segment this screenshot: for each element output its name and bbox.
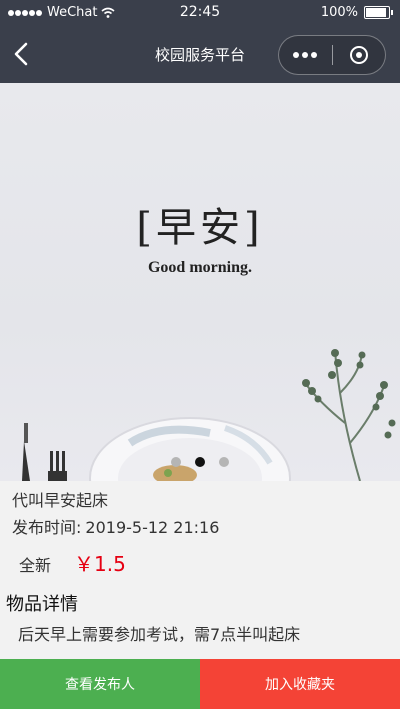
battery-percent: 100% [320,5,358,20]
bottom-action-bar: 查看发布人 加入收藏夹 [0,659,400,709]
carousel-indicator [0,457,400,467]
status-bar: WeChat 22:45 100% [0,0,400,26]
item-title: 代叫早安起床 [12,491,109,510]
more-button[interactable] [279,36,331,74]
publish-time-value: 2019-5-12 21:16 [85,518,220,537]
view-publisher-button[interactable]: 查看发布人 [0,659,200,709]
battery-status: 100% [320,5,393,20]
navigation-bar: 校园服务平台 [0,26,400,83]
more-icon [293,52,299,58]
close-miniprogram-button[interactable] [333,36,385,74]
item-price: ￥1.5 [74,552,126,576]
add-favorite-button[interactable]: 加入收藏夹 [200,659,400,709]
carousel-dot[interactable] [219,457,229,467]
banner-carousel[interactable]: [早安] Good morning. [0,83,400,481]
publish-time-label: 发布时间: [12,518,82,537]
detail-text: 后天早上需要参加考试，需7点半叫起床 [18,625,301,644]
breakfast-plate-illustration [22,349,396,481]
carousel-dot-active[interactable] [195,457,205,467]
publish-time-row: 发布时间: 2019-5-12 21:16 [12,514,219,538]
battery-icon [364,6,393,19]
miniprogram-capsule [278,35,386,75]
carousel-dot[interactable] [171,457,181,467]
target-icon [350,46,368,64]
item-condition: 全新 [19,556,52,575]
detail-heading: 物品详情 [6,594,78,615]
